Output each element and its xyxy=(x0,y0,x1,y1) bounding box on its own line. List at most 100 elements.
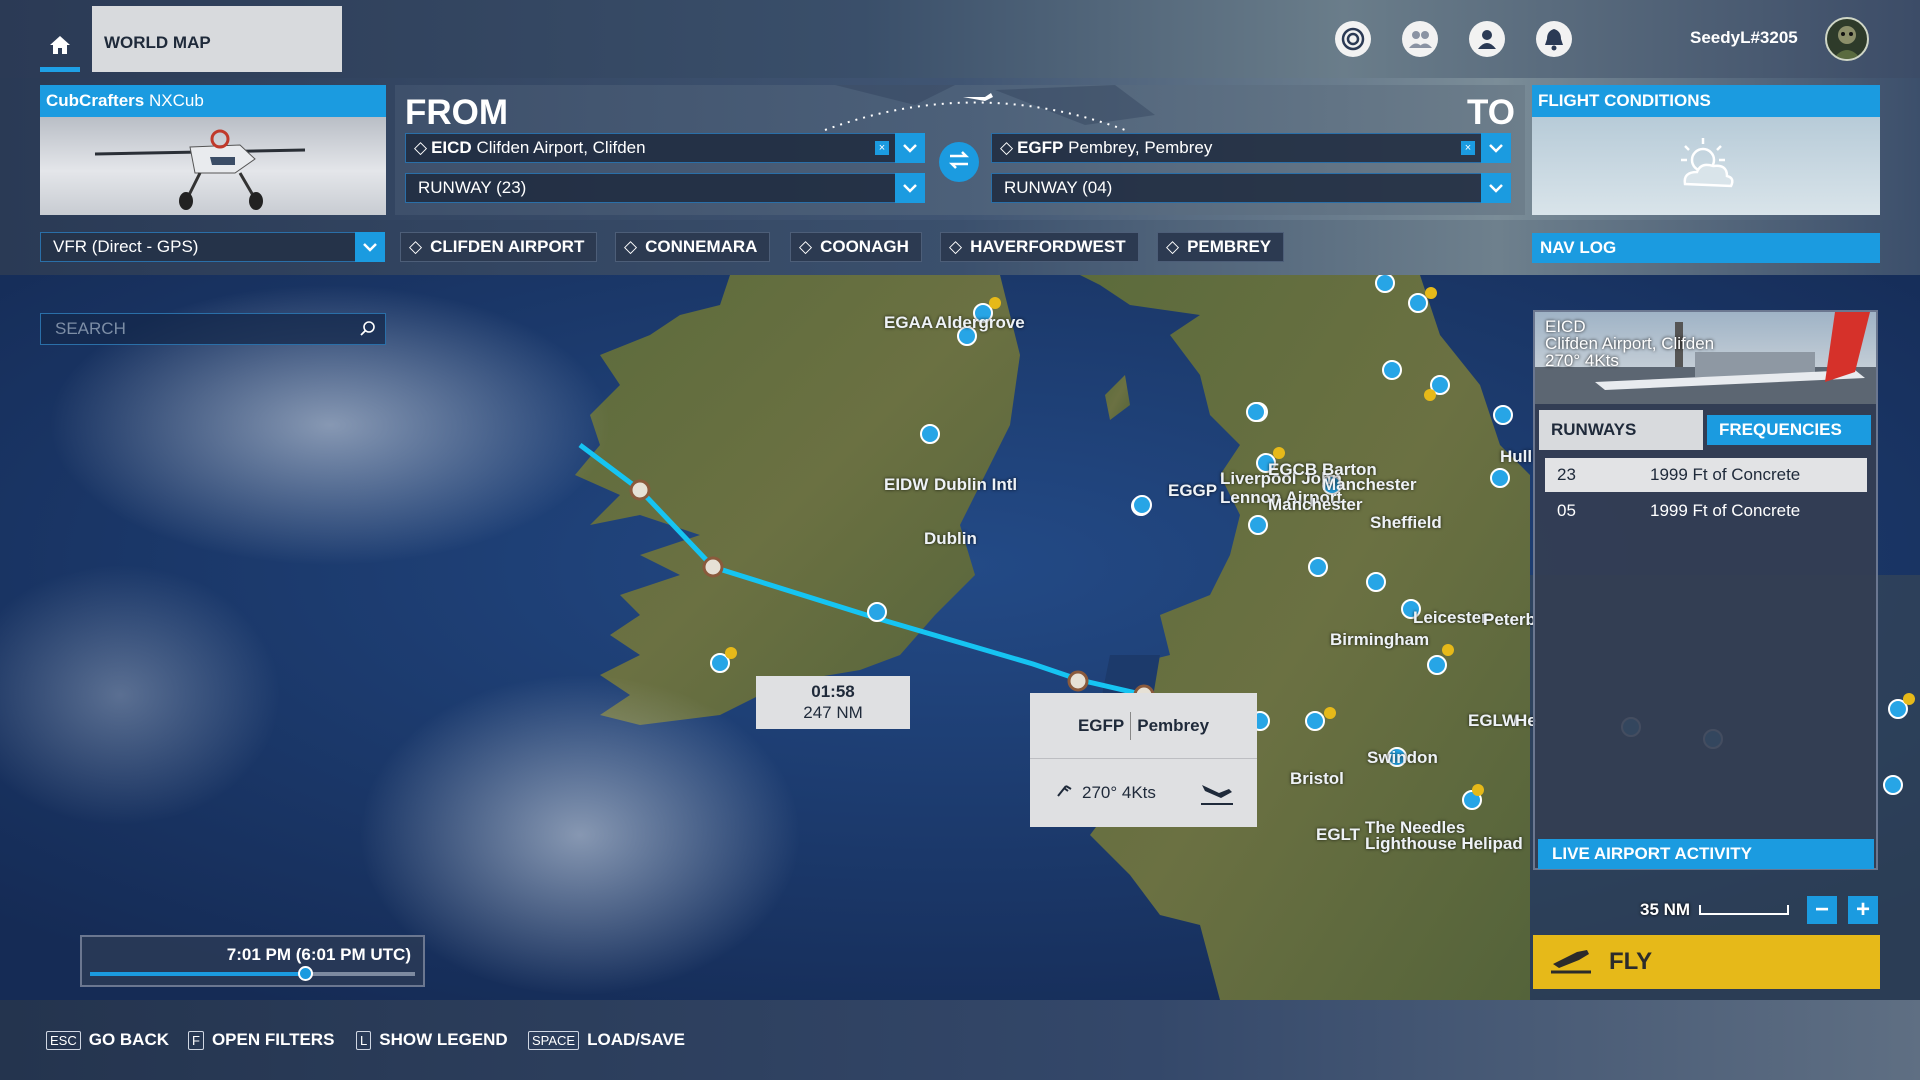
map-label-eidw-name[interactable]: Dublin Intl xyxy=(934,475,1017,495)
zoom-out-button[interactable]: − xyxy=(1807,896,1837,924)
map-label-egaa-code[interactable]: EGAA xyxy=(884,313,933,333)
map-label-egcb-name-2[interactable]: Manchester xyxy=(1322,475,1416,495)
hint-label: OPEN FILTERS xyxy=(211,1030,335,1049)
departure-runway: RUNWAY (23) xyxy=(418,178,527,197)
runway-id: 23 xyxy=(1557,465,1576,484)
map-scale-label: 35 NM xyxy=(1640,900,1691,919)
avatar[interactable] xyxy=(1825,17,1869,61)
hint-open-filters[interactable]: F OPEN FILTERS xyxy=(188,1030,334,1050)
departure-code: EICD xyxy=(431,138,472,157)
waypoint-label: HAVERFORDWEST xyxy=(970,237,1126,256)
hint-load-save[interactable]: SPACE LOAD/SAVE xyxy=(528,1030,685,1050)
time-slider-handle[interactable] xyxy=(297,966,313,981)
tab-world-map[interactable]: WORLD MAP xyxy=(92,6,342,72)
arrival-dropdown-icon[interactable] xyxy=(1481,133,1511,163)
search-placeholder: SEARCH xyxy=(55,319,126,338)
clear-arrival-icon[interactable]: × xyxy=(1461,141,1475,155)
time-slider-track[interactable] xyxy=(90,966,415,981)
waypoint-icon: ◇ xyxy=(409,237,423,256)
map-label-egcb-code[interactable]: EGCB xyxy=(1268,460,1317,480)
leg-info-box: 01:58 247 NM xyxy=(756,676,910,729)
airport-photo: EICD Clifden Airport, Clifden 270° 4Kts xyxy=(1535,312,1876,404)
runway-id: 05 xyxy=(1557,501,1576,520)
aircraft-image xyxy=(40,117,386,215)
aircraft-model: NXCub xyxy=(148,91,204,110)
hint-show-legend[interactable]: L SHOW LEGEND xyxy=(356,1030,508,1050)
fly-label: FLY xyxy=(1609,948,1653,975)
map-label-eidw-code[interactable]: EIDW xyxy=(884,475,928,495)
waypoint-chip[interactable]: ◇ COONAGH xyxy=(790,232,922,262)
arrival-runway-select[interactable]: RUNWAY (04) xyxy=(991,173,1511,203)
swap-route-button[interactable] xyxy=(939,142,979,182)
notifications-icon[interactable] xyxy=(1536,21,1572,57)
waypoint-chip[interactable]: ◇ PEMBREY xyxy=(1157,232,1285,262)
runway-row[interactable]: 23 1999 Ft of Concrete xyxy=(1545,458,1867,492)
map-label-swindon: Swindon xyxy=(1367,748,1438,767)
arrival-airport-field[interactable]: ◇ EGFP Pembrey, Pembrey × xyxy=(991,133,1511,163)
home-button[interactable] xyxy=(38,22,82,72)
map-label-birmingham: Birmingham xyxy=(1330,630,1430,649)
departure-dropdown-icon[interactable] xyxy=(895,133,925,163)
waypoint-label: PEMBREY xyxy=(1187,237,1272,256)
tab-frequencies[interactable]: FREQUENCIES xyxy=(1707,415,1871,445)
route-selector: FROM TO ◇ EICD Clifden Airport, Clifden … xyxy=(395,85,1525,215)
aircraft-selector[interactable]: CubCrafters NXCub xyxy=(40,85,386,215)
live-airport-activity-button[interactable]: LIVE AIRPORT ACTIVITY xyxy=(1538,839,1874,869)
hint-key: ESC xyxy=(46,1030,81,1050)
map-label-eglt-name-2[interactable]: Lighthouse Helipad xyxy=(1365,834,1523,854)
airport-marker-icon: ◇ xyxy=(1000,138,1014,157)
clear-departure-icon[interactable]: × xyxy=(875,141,889,155)
waypoint-chip[interactable]: ◇ HAVERFORDWEST xyxy=(940,232,1139,262)
arrival-runway: RUNWAY (04) xyxy=(1004,178,1113,197)
hint-key: F xyxy=(188,1030,204,1050)
profile-icon[interactable] xyxy=(1469,21,1505,57)
waypoint-label: CONNEMARA xyxy=(645,237,758,256)
waypoint-marker xyxy=(629,479,1155,706)
map-label-egaa-name[interactable]: Aldergrove xyxy=(935,313,1025,333)
hint-label: LOAD/SAVE xyxy=(587,1030,686,1049)
hint-go-back[interactable]: ESC GO BACK xyxy=(46,1030,169,1050)
partly-cloudy-icon xyxy=(1671,134,1741,199)
leg-distance: 247 NM xyxy=(803,703,863,722)
flight-conditions-title: FLIGHT CONDITIONS xyxy=(1532,85,1880,117)
world-map[interactable]: SEARCH EGAA Aldergrove EIDW Dublin Intl … xyxy=(0,275,1920,1000)
arrival-name: Pembrey, Pembrey xyxy=(1068,138,1213,157)
departure-airport-field[interactable]: ◇ EICD Clifden Airport, Clifden × xyxy=(405,133,925,163)
hint-label: GO BACK xyxy=(88,1030,170,1049)
from-label: FROM xyxy=(405,93,509,132)
waypoint-chip[interactable]: ◇ CONNEMARA xyxy=(615,232,771,262)
map-label-hull: Hull xyxy=(1500,447,1533,466)
map-label-eggp-code[interactable]: EGGP xyxy=(1168,481,1217,501)
zoom-in-button[interactable]: + xyxy=(1848,896,1878,924)
activity-icon[interactable] xyxy=(1335,21,1371,57)
search-icon[interactable] xyxy=(359,320,377,343)
flight-plan-type: VFR (Direct - GPS) xyxy=(53,237,199,256)
map-search-input[interactable]: SEARCH xyxy=(40,313,386,345)
tab-runways[interactable]: RUNWAYS xyxy=(1539,410,1703,450)
username[interactable]: SeedyL#3205 xyxy=(1690,28,1798,48)
flight-conditions-panel[interactable]: FLIGHT CONDITIONS xyxy=(1532,85,1880,215)
departure-runway-dropdown-icon[interactable] xyxy=(895,173,925,203)
departure-runway-select[interactable]: RUNWAY (23) xyxy=(405,173,925,203)
runway-row[interactable]: 05 1999 Ft of Concrete xyxy=(1545,494,1867,528)
waypoint-icon: ◇ xyxy=(624,237,638,256)
flight-plan-bar: VFR (Direct - GPS) ◇ CLIFDEN AIRPORT ◇ CON… xyxy=(0,220,1920,275)
time-slider-fill xyxy=(90,972,305,976)
map-label-eglw-code[interactable]: EGLW xyxy=(1468,711,1518,731)
plan-type-dropdown-icon[interactable] xyxy=(355,232,385,262)
runway-desc: 1999 Ft of Concrete xyxy=(1650,465,1801,484)
waypoint-chip[interactable]: ◇ CLIFDEN AIRPORT xyxy=(400,232,598,262)
route-arc xyxy=(824,93,1126,131)
fly-button[interactable]: FLY xyxy=(1533,935,1880,989)
arrival-runway-dropdown-icon[interactable] xyxy=(1481,173,1511,203)
flight-conditions-image xyxy=(1532,117,1880,215)
nav-log-button[interactable]: NAV LOG xyxy=(1532,233,1880,263)
time-of-day-control[interactable]: 7:01 PM (6:01 PM UTC) xyxy=(80,935,425,987)
hint-label: SHOW LEGEND xyxy=(379,1030,508,1049)
friends-icon[interactable] xyxy=(1402,21,1438,57)
map-label-manchester: Manchester xyxy=(1268,495,1363,514)
flight-plan-type-select[interactable]: VFR (Direct - GPS) xyxy=(40,232,385,262)
destination-popup[interactable]: EGFP Pembrey 270° 4Kts xyxy=(1030,693,1257,827)
bottom-hint-bar: ESC GO BACK F OPEN FILTERS L SHOW LEGEND… xyxy=(0,1000,1920,1080)
map-label-eglt-code[interactable]: EGLT xyxy=(1316,825,1360,845)
